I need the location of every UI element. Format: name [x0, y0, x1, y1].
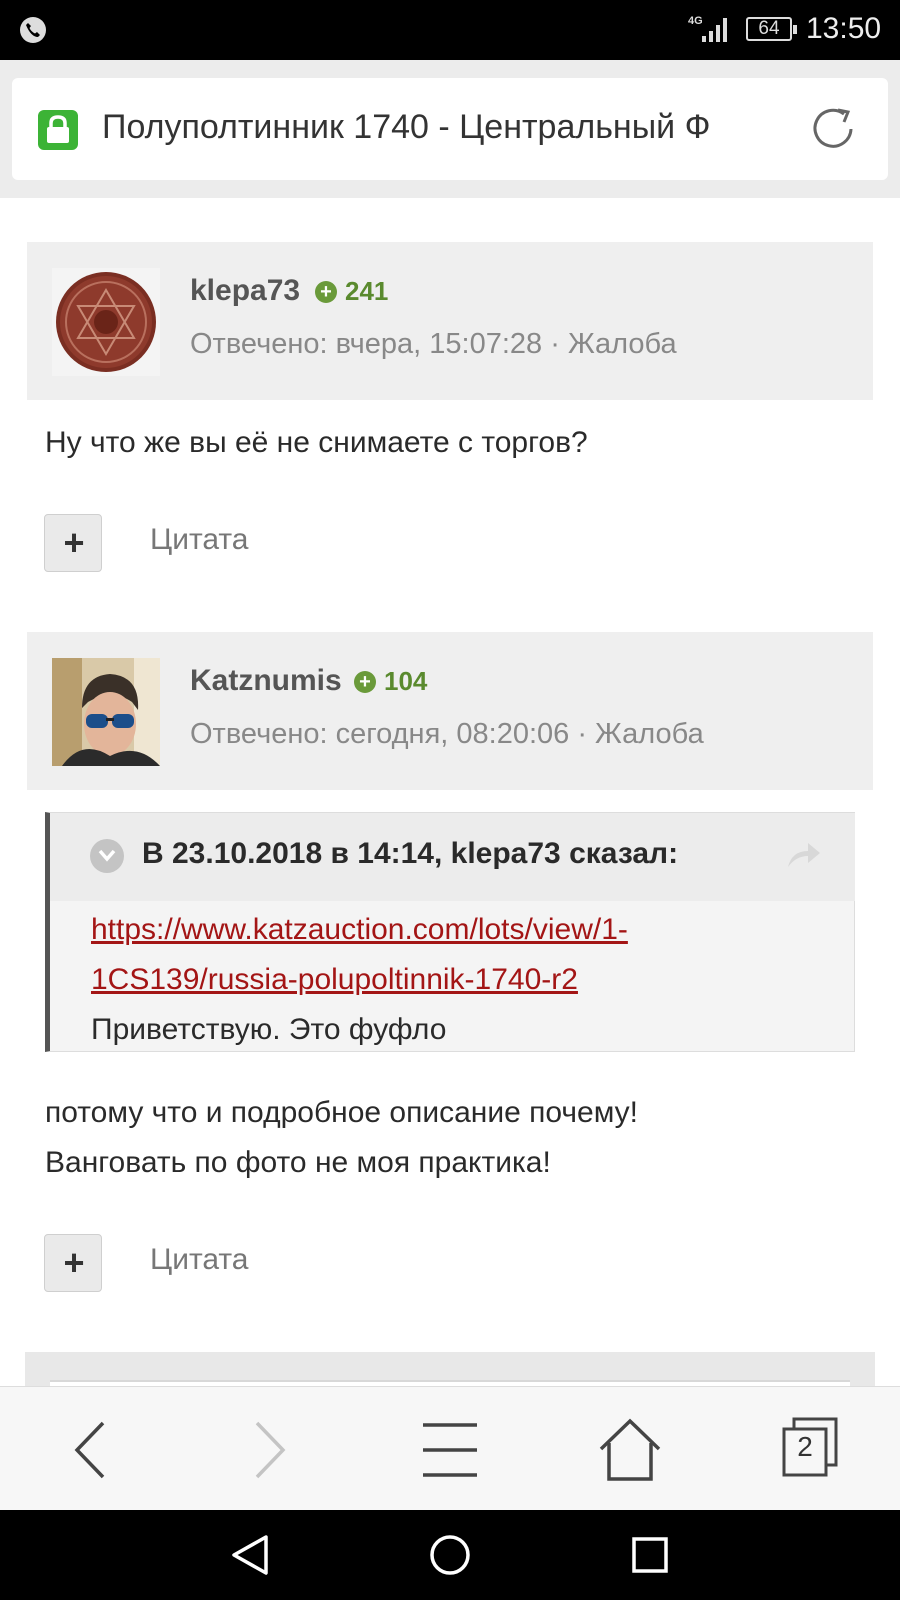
lock-icon — [38, 110, 78, 150]
post-body-line: потому что и подробное описание почему! — [45, 1096, 638, 1129]
nav-back-icon[interactable] — [228, 1533, 272, 1577]
quote-citation: В 23.10.2018 в 14:14, klepa73 сказал: — [142, 837, 679, 870]
username[interactable]: klepa73 — [190, 274, 300, 308]
tab-count: 2 — [797, 1431, 813, 1462]
nav-recents-icon[interactable] — [628, 1533, 672, 1577]
quote-button[interactable]: Цитата — [150, 523, 248, 557]
post-body-line: Ванговать по фото не моя практика! — [45, 1146, 551, 1179]
plus-button[interactable]: + — [44, 1234, 102, 1292]
reputation-count: 104 — [384, 666, 428, 696]
quote-header: В 23.10.2018 в 14:14, klepa73 сказал: — [50, 813, 855, 901]
plus-icon: + — [63, 522, 85, 563]
status-bar: 4G 64 13:50 — [0, 0, 900, 60]
plus-button[interactable]: + — [44, 514, 102, 572]
signal-icon — [702, 18, 727, 42]
address-bar-area: Полуполтинник 1740 - Центральный Ф — [0, 60, 900, 198]
home-icon[interactable] — [595, 1417, 665, 1483]
forward-icon[interactable] — [235, 1417, 305, 1483]
phone-call-icon — [20, 17, 46, 43]
address-bar[interactable]: Полуполтинник 1740 - Центральный Ф — [12, 78, 888, 180]
quote-link[interactable]: https://www.katzauction.com/lots/view/1-… — [91, 905, 811, 1005]
reputation-badge: +241 — [315, 276, 388, 307]
username[interactable]: Katznumis — [190, 664, 342, 698]
nav-home-icon[interactable] — [428, 1533, 472, 1577]
post-header: klepa73 +241 Отвечено: вчера, 15:07:28 ·… — [27, 242, 873, 400]
browser-toolbar: 2 — [0, 1386, 900, 1510]
menu-icon[interactable] — [415, 1417, 485, 1483]
post-meta[interactable]: Отвечено: вчера, 15:07:28 · Жалоба — [190, 328, 677, 361]
reputation-count: 241 — [345, 276, 389, 306]
chevron-down-icon[interactable] — [90, 839, 124, 873]
plus-circle-icon: + — [315, 281, 337, 303]
post-body: Ну что же вы её не снимаете с торгов? — [45, 426, 588, 459]
reputation-badge: +104 — [354, 666, 427, 697]
quote-button[interactable]: Цитата — [150, 1243, 248, 1277]
system-nav-bar — [0, 1510, 900, 1600]
tabs-icon[interactable]: 2 — [780, 1417, 850, 1483]
avatar[interactable] — [52, 658, 160, 766]
reload-icon[interactable] — [806, 102, 860, 156]
battery-icon: 64 — [746, 17, 797, 41]
share-arrow-icon[interactable] — [786, 839, 822, 871]
post-header: Katznumis +104 Отвечено: сегодня, 08:20:… — [27, 632, 873, 790]
back-icon[interactable] — [55, 1417, 125, 1483]
quote-text: Приветствую. Это фуфло — [91, 1013, 447, 1046]
plus-icon: + — [63, 1242, 85, 1283]
post-meta[interactable]: Отвечено: сегодня, 08:20:06 · Жалоба — [190, 718, 704, 751]
avatar[interactable] — [52, 268, 160, 376]
quote-block: В 23.10.2018 в 14:14, klepa73 сказал: ht… — [45, 812, 855, 1052]
clock: 13:50 — [806, 12, 882, 45]
page-title[interactable]: Полуполтинник 1740 - Центральный Ф — [102, 108, 792, 152]
plus-circle-icon: + — [354, 671, 376, 693]
